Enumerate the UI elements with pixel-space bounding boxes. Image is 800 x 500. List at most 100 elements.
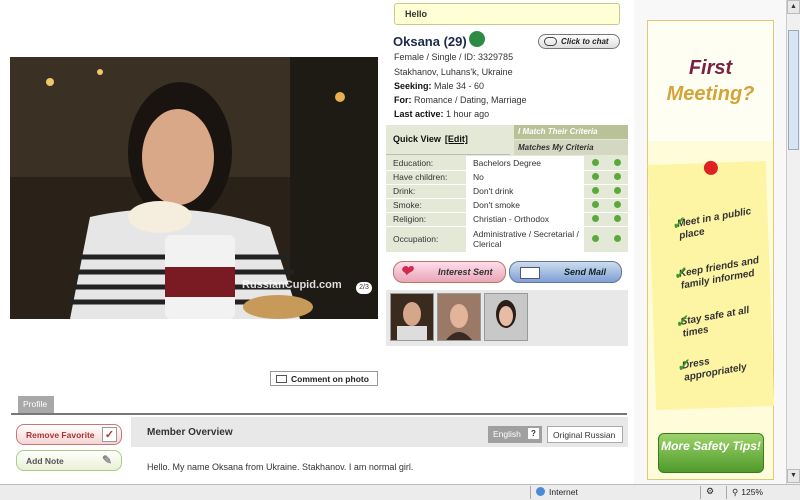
send-mail-label: Send Mail — [564, 267, 607, 277]
table-row: Have children: No — [386, 170, 628, 185]
row-value: No — [466, 170, 584, 185]
profile-name: Oksana (29) — [393, 34, 467, 49]
match-dot-icon — [591, 187, 599, 194]
greeting-banner: Hello — [394, 3, 620, 25]
language-english-tab[interactable]: English ? — [488, 426, 542, 443]
globe-icon — [536, 487, 545, 496]
remove-favorite-button[interactable]: Remove Favorite ✓ — [16, 424, 122, 445]
ad-tip: ✓ Stay safe at all times — [660, 302, 771, 344]
help-icon[interactable]: ? — [528, 428, 539, 439]
match-dot-icon — [613, 158, 621, 166]
tab-profile[interactable]: Profile — [18, 396, 54, 413]
language-english-label: English — [493, 429, 521, 439]
match-dot-icon — [591, 158, 599, 166]
protected-mode-icon[interactable]: ⚙ — [706, 486, 714, 497]
ad-tip: ✓ Keep friends and family informed — [658, 254, 769, 296]
ad-title-line1: First — [688, 57, 733, 79]
row-label: Occupation: — [386, 226, 466, 253]
row-label: Drink: — [386, 184, 466, 199]
table-row: Education: Bachelors Degree — [386, 156, 628, 171]
add-note-button[interactable]: Add Note ✎ — [16, 450, 122, 471]
table-row: Religion: Christian - Orthodox — [386, 212, 628, 227]
matches-my-criteria-header: Matches My Criteria — [514, 140, 628, 155]
comment-on-photo-button[interactable]: Comment on photo — [270, 371, 378, 386]
match-dot-icon — [613, 215, 621, 222]
ad-tip: ✓ Meet in a public place — [657, 204, 768, 246]
row-value: Christian - Orthodox — [466, 212, 584, 227]
match-dot-icon — [613, 173, 621, 180]
match-dot-icon — [591, 215, 599, 222]
profile-photo[interactable]: RussianCupid.com 2/3 — [10, 57, 378, 319]
photo-count-badge[interactable]: 2/3 — [356, 282, 372, 294]
ad-title-line2: Meeting? — [666, 83, 755, 105]
ad-tip: ✓ Dress appropriately — [662, 346, 773, 388]
for: For: Romance / Dating, Marriage — [394, 95, 527, 105]
match-dot-icon — [591, 201, 599, 208]
scroll-up-icon[interactable]: ▲ — [787, 0, 800, 14]
last-active-value: 1 hour ago — [446, 109, 490, 119]
row-label: Education: — [386, 156, 466, 171]
photo-thumbnail[interactable] — [390, 293, 434, 341]
row-label: Have children: — [386, 170, 466, 185]
photo-thumbnails — [386, 290, 628, 346]
zoom-value: 125% — [741, 487, 763, 497]
profile-page: RussianCupid.com 2/3 Hello Oksana (29) C… — [0, 0, 634, 484]
match-dot-icon — [591, 235, 599, 242]
safety-ad[interactable]: First Meeting? ✓ Meet in a public place ✓… — [647, 20, 775, 480]
scrollbar-thumb[interactable] — [788, 30, 799, 150]
language-original-russian-tab[interactable]: Original Russian — [547, 426, 623, 443]
speech-bubble-icon — [544, 37, 557, 46]
photo-watermark: RussianCupid.com — [242, 279, 342, 291]
send-mail-button[interactable]: Send Mail — [509, 261, 622, 283]
magnifier-icon: ⚲ — [732, 487, 739, 497]
match-dot-icon — [613, 235, 621, 242]
photo-thumbnail[interactable] — [484, 293, 528, 341]
photo-thumbnail[interactable] — [437, 293, 481, 341]
ad-sticky-note: ✓ Meet in a public place ✓ Keep friends an… — [647, 160, 775, 410]
remove-favorite-label: Remove Favorite — [26, 430, 95, 440]
row-label: Smoke: — [386, 198, 466, 213]
gender-status: Female / Single / ID: 3329785 — [394, 52, 513, 62]
table-row: Drink: Don't drink — [386, 184, 628, 199]
seeking: Seeking: Male 34 - 60 — [394, 81, 484, 91]
quick-view-edit-link[interactable]: [Edit] — [445, 134, 468, 144]
click-to-chat-button[interactable]: Click to chat — [538, 34, 620, 49]
comment-icon — [276, 375, 287, 383]
member-overview-title: Member Overview — [147, 427, 233, 438]
row-value: Don't drink — [466, 184, 584, 199]
gender-status-text: Female / Single / ID: 3329785 — [394, 52, 514, 62]
table-row: Smoke: Don't smoke — [386, 198, 628, 213]
zoom-level[interactable]: ⚲ 125% — [732, 487, 763, 498]
browser-status-bar: Internet ⚙ ⚲ 125% — [0, 484, 800, 500]
member-overview-text: Hello. My name Oksana from Ukraine. Stak… — [147, 462, 414, 472]
for-label: For: — [394, 95, 412, 105]
tab-divider — [11, 413, 627, 415]
heart-icon: ❤ — [400, 263, 413, 280]
last-active: Last active: 1 hour ago — [394, 109, 489, 119]
add-note-label: Add Note — [26, 456, 64, 466]
for-value: Romance / Dating, Marriage — [414, 95, 527, 105]
security-zone-label: Internet — [549, 487, 578, 497]
interest-sent-label: Interest Sent — [438, 267, 493, 277]
comment-on-photo-label: Comment on photo — [291, 374, 369, 384]
scroll-down-icon[interactable]: ▼ — [787, 469, 800, 483]
location: Stakhanov, Luhans'k, Ukraine — [394, 67, 513, 77]
match-dot-icon — [591, 173, 599, 180]
online-status-icon — [469, 31, 485, 47]
more-safety-tips-button[interactable]: More Safety Tips! — [658, 433, 764, 473]
checkbox-checked-icon: ✓ — [102, 427, 117, 442]
interest-sent-button[interactable]: ❤ Interest Sent — [393, 261, 506, 283]
table-row: Occupation: Administrative / Secretarial … — [386, 226, 628, 253]
vertical-scrollbar[interactable]: ▲ ▼ — [786, 0, 800, 484]
last-active-label: Last active: — [394, 109, 444, 119]
seeking-label: Seeking: — [394, 81, 432, 91]
security-zone: Internet — [536, 487, 578, 497]
pencil-icon: ✎ — [102, 453, 113, 467]
row-label: Religion: — [386, 212, 466, 227]
match-their-criteria-header: I Match Their Criteria — [514, 125, 628, 139]
quick-view-panel: Quick View [Edit] I Match Their Criteria … — [386, 125, 628, 253]
envelope-icon — [520, 267, 540, 279]
quick-view-table: Education: Bachelors Degree Have children… — [386, 156, 628, 253]
row-value: Don't smoke — [466, 198, 584, 213]
match-dot-icon — [613, 187, 621, 194]
